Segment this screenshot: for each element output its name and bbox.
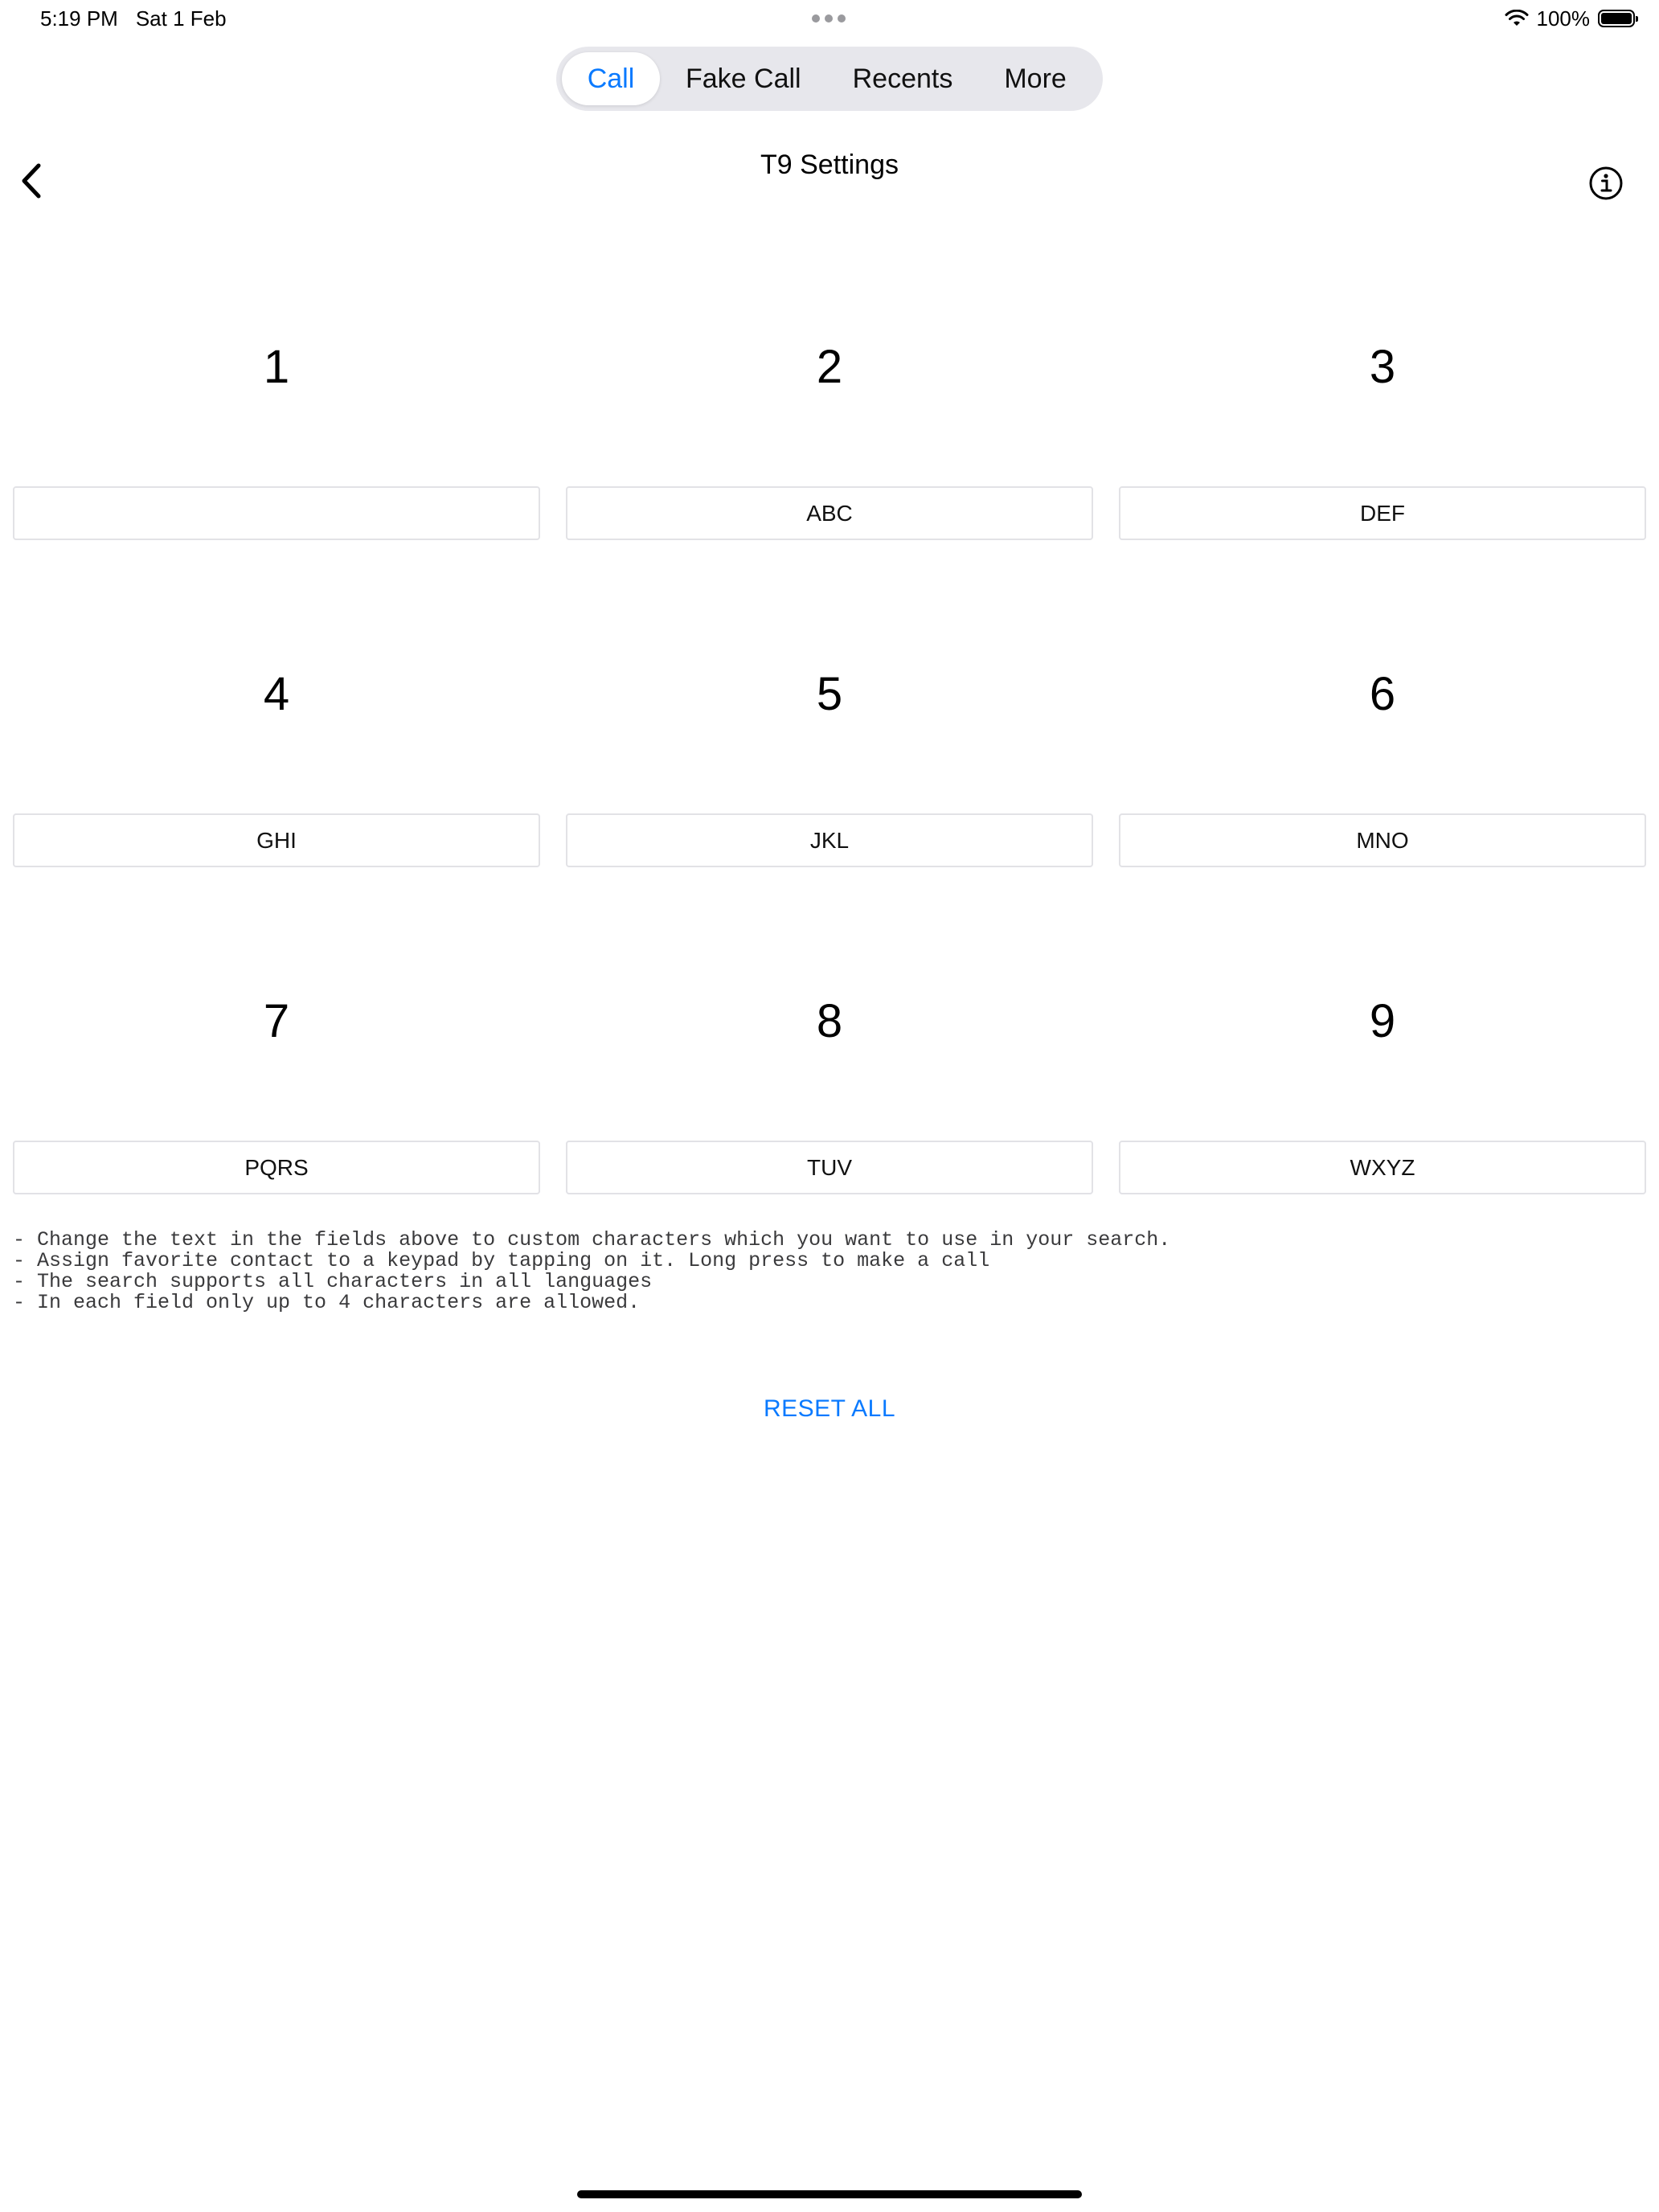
keypad-key-1[interactable]: 1 [13, 289, 540, 616]
note-line: - Change the text in the fields above to… [13, 1228, 1171, 1251]
keypad-digit[interactable]: 2 [566, 339, 1093, 395]
keypad-key-7[interactable]: 7 PQRS [13, 944, 540, 1271]
keypad-key-6[interactable]: 6 MNO [1119, 616, 1646, 944]
keypad-digit[interactable]: 5 [566, 666, 1093, 723]
letters-field[interactable]: TUV [566, 1141, 1093, 1194]
letters-field[interactable]: PQRS [13, 1141, 540, 1194]
letters-field[interactable]: ABC [566, 486, 1093, 540]
battery-percent: 100% [1536, 6, 1591, 31]
t9-keypad-grid: 1 2 ABC 3 DEF 4 GHI 5 JKL 6 MNO 7 PQRS 8 TUV 9 WXYZ [13, 289, 1646, 1271]
help-notes: - Change the text in the fields above to… [13, 1230, 1170, 1313]
home-indicator[interactable] [577, 2190, 1082, 2198]
note-line: - Assign favorite contact to a keypad by… [13, 1249, 990, 1272]
wifi-icon [1505, 10, 1528, 26]
keypad-key-2[interactable]: 2 ABC [566, 289, 1093, 616]
letters-field[interactable]: MNO [1119, 813, 1646, 867]
letters-field[interactable]: GHI [13, 813, 540, 867]
multitasking-dots-icon[interactable] [812, 14, 846, 23]
tab-fake-call[interactable]: Fake Call [660, 52, 827, 105]
keypad-key-8[interactable]: 8 TUV [566, 944, 1093, 1271]
battery-icon [1598, 10, 1638, 27]
tab-recents[interactable]: Recents [827, 52, 979, 105]
keypad-digit[interactable]: 3 [1119, 339, 1646, 395]
status-time: 5:19 PM [40, 6, 118, 31]
letters-field[interactable]: WXYZ [1119, 1141, 1646, 1194]
tab-more[interactable]: More [978, 52, 1092, 105]
letters-field[interactable]: JKL [566, 813, 1093, 867]
page-title: T9 Settings [760, 150, 899, 180]
info-circle-icon[interactable] [1588, 166, 1624, 201]
keypad-digit[interactable]: 6 [1119, 666, 1646, 723]
note-line: - In each field only up to 4 characters … [13, 1291, 641, 1314]
keypad-digit[interactable]: 1 [13, 339, 540, 395]
tab-call[interactable]: Call [562, 52, 660, 105]
letters-field[interactable]: DEF [1119, 486, 1646, 540]
tab-bar: Call Fake Call Recents More [556, 47, 1103, 111]
status-bar-time: 5:19 PM Sat 1 Feb [40, 6, 227, 31]
keypad-key-4[interactable]: 4 GHI [13, 616, 540, 944]
keypad-key-5[interactable]: 5 JKL [566, 616, 1093, 944]
t9-settings-screen: 5:19 PM Sat 1 Feb 100% Call Fake Call Recen… [0, 0, 1659, 2212]
keypad-key-3[interactable]: 3 DEF [1119, 289, 1646, 616]
keypad-digit[interactable]: 9 [1119, 993, 1646, 1050]
keypad-digit[interactable]: 7 [13, 993, 540, 1050]
keypad-digit[interactable]: 8 [566, 993, 1093, 1050]
reset-all-button[interactable]: RESET ALL [0, 1395, 1659, 1423]
note-line: - The search supports all characters in … [13, 1270, 653, 1293]
keypad-key-9[interactable]: 9 WXYZ [1119, 944, 1646, 1271]
keypad-digit[interactable]: 4 [13, 666, 540, 723]
status-date: Sat 1 Feb [135, 6, 227, 31]
battery-level [1601, 13, 1632, 24]
letters-field[interactable] [13, 486, 540, 540]
status-bar-right: 100% [1505, 6, 1638, 31]
